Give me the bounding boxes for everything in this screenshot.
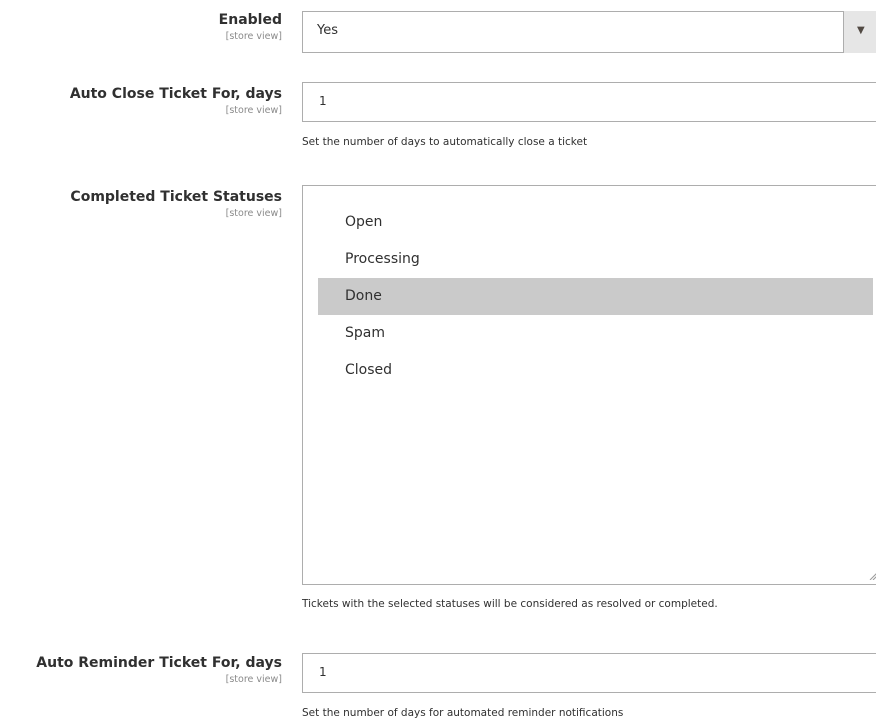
auto-reminder-note: Set the number of days for automated rem… xyxy=(302,707,624,719)
auto-close-days-value: 1 xyxy=(319,94,327,108)
auto-reminder-days-input[interactable]: 1 xyxy=(302,653,876,693)
resize-handle-icon[interactable] xyxy=(869,572,876,580)
auto-close-label: Auto Close Ticket For, days xyxy=(69,86,282,102)
auto-close-note: Set the number of days to automatically … xyxy=(302,136,588,148)
enabled-scope: [store view] xyxy=(225,31,282,42)
completed-statuses-note: Tickets with the selected statuses will … xyxy=(302,598,718,610)
auto-reminder-days-value: 1 xyxy=(319,665,327,679)
auto-reminder-label: Auto Reminder Ticket For, days xyxy=(36,655,282,671)
enabled-select-value: Yes xyxy=(317,23,338,38)
auto-close-days-input[interactable]: 1 xyxy=(302,82,876,122)
chevron-down-icon: ▼ xyxy=(857,25,865,36)
completed-statuses-multiselect[interactable]: Open Processing Done Spam Closed xyxy=(302,185,876,585)
enabled-label: Enabled xyxy=(218,12,282,28)
auto-close-label-group: Auto Close Ticket For, days [store view] xyxy=(70,86,282,117)
completed-statuses-scope: [store view] xyxy=(225,208,282,219)
status-option-open[interactable]: Open xyxy=(318,204,873,241)
completed-statuses-label: Completed Ticket Statuses xyxy=(70,189,282,205)
status-option-spam[interactable]: Spam xyxy=(318,315,873,352)
status-option-processing[interactable]: Processing xyxy=(318,241,873,278)
auto-reminder-scope: [store view] xyxy=(225,674,282,685)
auto-close-scope: [store view] xyxy=(225,105,282,116)
auto-reminder-label-group: Auto Reminder Ticket For, days [store vi… xyxy=(36,655,282,686)
status-option-closed[interactable]: Closed xyxy=(318,352,873,389)
config-form: Enabled [store view] Yes ▼ Auto Close Ti… xyxy=(0,0,876,724)
status-option-done[interactable]: Done xyxy=(318,278,873,315)
enabled-select[interactable]: Yes ▼ xyxy=(302,11,876,53)
enabled-label-group: Enabled [store view] xyxy=(219,12,282,43)
enabled-select-toggle[interactable]: ▼ xyxy=(843,11,876,53)
completed-statuses-label-group: Completed Ticket Statuses [store view] xyxy=(70,189,282,220)
